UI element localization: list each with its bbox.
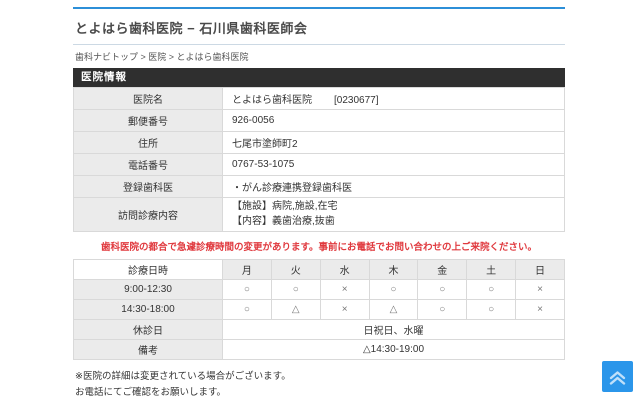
table-row: 訪問診療内容 【施設】病院,施設,在宅 【内容】義歯治療,抜歯 <box>73 197 565 232</box>
row-label: 住所 <box>73 131 223 154</box>
page-title: とよはら歯科医院 − 石川県歯科医師会 <box>73 9 565 45</box>
schedule-cell: ○ <box>368 279 419 300</box>
row-label: 電話番号 <box>73 153 223 176</box>
schedule-cell: △ <box>270 299 321 320</box>
day-header-wed: 水 <box>319 259 370 280</box>
schedule-cell: × <box>515 279 565 300</box>
schedule-table: 診療日時 月 火 水 木 金 土 日 9:00-12:30 ○ ○ × ○ ○ … <box>73 259 565 360</box>
address-value: 七尾市塗師町2 <box>222 131 565 154</box>
remarks-label: 備考 <box>73 339 223 360</box>
table-row: 登録歯科医 ・がん診療連携登録歯科医 <box>73 175 565 198</box>
table-row: 電話番号 0767-53-1075 <box>73 153 565 176</box>
closed-days-value: 日祝日、水曜 <box>222 319 565 340</box>
time-slot-label: 14:30-18:00 <box>73 299 223 320</box>
closed-days-label: 休診日 <box>73 319 223 340</box>
schedule-cell: ○ <box>222 279 272 300</box>
registered-dentist-value: ・がん診療連携登録歯科医 <box>222 175 565 198</box>
breadcrumb[interactable]: 歯科ナビトップ > 医院 > とよはら歯科医院 <box>73 45 565 68</box>
schedule-cell: × <box>515 299 565 320</box>
footnote-line: お電話にてご確認をお願いします。 <box>75 386 227 398</box>
row-label: 登録歯科医 <box>73 175 223 198</box>
row-label: 郵便番号 <box>73 109 223 132</box>
remarks-row: 備考 △14:30-19:00 <box>73 339 565 360</box>
clinic-name: とよはら歯科医院 <box>232 95 312 106</box>
visit-facility-line: 【施設】病院,施設,在宅 <box>232 201 338 212</box>
day-header-sat: 土 <box>466 259 517 280</box>
page-content: とよはら歯科医院 − 石川県歯科医師会 歯科ナビトップ > 医院 > とよはら歯… <box>73 7 565 400</box>
clinic-info-table: 医院名 とよはら歯科医院 [0230677] 郵便番号 926-0056 住所 七… <box>73 87 565 232</box>
day-header-thu: 木 <box>368 259 419 280</box>
table-row: 住所 七尾市塗師町2 <box>73 131 565 154</box>
schedule-row-afternoon: 14:30-18:00 ○ △ × △ ○ ○ × <box>73 299 565 320</box>
schedule-cell: △ <box>368 299 419 320</box>
closed-days-row: 休診日 日祝日、水曜 <box>73 319 565 340</box>
schedule-cell: ○ <box>270 279 321 300</box>
scroll-to-top-button[interactable] <box>602 361 633 392</box>
day-header-mon: 月 <box>222 259 272 280</box>
visit-care-value: 【施設】病院,施設,在宅 【内容】義歯治療,抜歯 <box>222 197 565 232</box>
clinic-name-value: とよはら歯科医院 [0230677] <box>222 87 565 110</box>
section-header-clinic-info: 医院情報 <box>73 68 565 87</box>
table-row: 郵便番号 926-0056 <box>73 109 565 132</box>
clinic-code: [0230677] <box>334 95 379 106</box>
time-slot-label: 9:00-12:30 <box>73 279 223 300</box>
visit-content-line: 【内容】義歯治療,抜歯 <box>232 215 335 227</box>
day-header-tue: 火 <box>270 259 321 280</box>
schedule-cell: ○ <box>466 279 517 300</box>
day-header-sun: 日 <box>515 259 565 280</box>
schedule-cell: ○ <box>417 299 468 320</box>
row-label: 訪問診療内容 <box>73 197 223 232</box>
chevron-double-up-icon <box>607 366 628 387</box>
schedule-row-morning: 9:00-12:30 ○ ○ × ○ ○ ○ × <box>73 279 565 300</box>
schedule-cell: × <box>319 299 370 320</box>
table-row: 医院名 とよはら歯科医院 [0230677] <box>73 87 565 110</box>
schedule-cell: ○ <box>222 299 272 320</box>
schedule-cell: × <box>319 279 370 300</box>
row-label: 医院名 <box>73 87 223 110</box>
remarks-value: △14:30-19:00 <box>222 339 565 360</box>
schedule-warning-text: 歯科医院の都合で急遽診療時間の変更があります。事前にお電話でお問い合わせの上ご来… <box>100 242 538 253</box>
footnotes: ※医院の詳細は変更されている場合がございます。 お電話にてご確認をお願いします。 <box>73 360 565 400</box>
phone-value: 0767-53-1075 <box>222 153 565 176</box>
day-header-fri: 金 <box>417 259 468 280</box>
postal-code-value: 926-0056 <box>222 109 565 132</box>
schedule-header-label: 診療日時 <box>73 259 223 280</box>
schedule-cell: ○ <box>417 279 468 300</box>
schedule-cell: ○ <box>466 299 517 320</box>
footnote-line: ※医院の詳細は変更されている場合がございます。 <box>75 371 291 382</box>
schedule-header-row: 診療日時 月 火 水 木 金 土 日 <box>73 259 565 280</box>
